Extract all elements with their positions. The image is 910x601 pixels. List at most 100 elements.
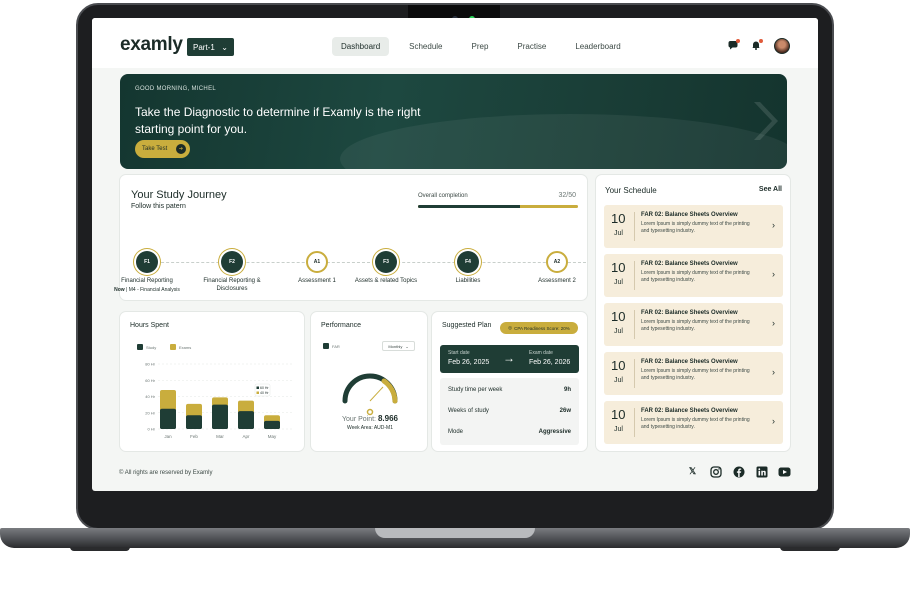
logo[interactable]: examly xyxy=(120,34,183,56)
nav-practise[interactable]: Practise xyxy=(508,37,555,56)
plan-row: Weeks of study 26w xyxy=(448,408,571,414)
schedule-divider xyxy=(634,408,635,437)
bar-study-cover xyxy=(238,411,254,429)
your-point-label: Your Point: xyxy=(342,416,376,423)
schedule-divider xyxy=(634,310,635,339)
facebook-icon[interactable] xyxy=(732,465,745,478)
hero-title: Take the Diagnostic to determine if Exam… xyxy=(135,105,421,136)
start-date-label: Start date xyxy=(448,350,470,356)
schedule-month: Jul xyxy=(614,279,623,286)
step-label: Financial Reporting xyxy=(121,278,173,284)
take-test-label: Take Test xyxy=(142,146,168,152)
performance-gauge xyxy=(342,373,398,416)
step-now-label: Now xyxy=(114,286,125,293)
nav-leaderboard[interactable]: Leaderboard xyxy=(566,37,629,56)
y-tick-label: 40 Hr xyxy=(145,394,155,399)
schedule-item-title: FAR 02: Balance Sheets Overview xyxy=(641,359,738,365)
see-all-link[interactable]: See All xyxy=(759,186,782,193)
schedule-month: Jul xyxy=(614,230,623,237)
y-tick-label: 80 Hr xyxy=(145,362,155,367)
schedule-item-title: FAR 02: Balance Sheets Overview xyxy=(641,212,738,218)
nav-prep[interactable]: Prep xyxy=(463,37,498,56)
schedule-item-desc: Lorem Ipsum is simply dummy text of the … xyxy=(641,368,750,381)
schedule-day: 10 xyxy=(611,260,626,275)
take-test-button[interactable]: Take Test ➔ xyxy=(135,140,190,158)
completion-label: Overall completion xyxy=(418,193,468,199)
chevron-down-icon: ⌄ xyxy=(405,343,409,349)
schedule-item[interactable]: 10 Jul FAR 02: Balance Sheets Overview Lore… xyxy=(604,303,783,346)
schedule-item-title: FAR 02: Balance Sheets Overview xyxy=(641,310,738,316)
step-badge: A2 xyxy=(546,251,568,273)
chevron-right-icon: › xyxy=(772,416,775,426)
chat-icon[interactable] xyxy=(728,38,740,53)
week-area: Week Area: AUD-M1 xyxy=(346,425,394,431)
youtube-icon[interactable] xyxy=(778,465,791,478)
x-tick-label: May xyxy=(268,434,277,439)
period-select-label: Monthly xyxy=(388,343,403,349)
completion-progress-fill xyxy=(418,205,521,208)
nav-dashboard[interactable]: Dashboard xyxy=(332,37,390,56)
schedule-item[interactable]: 10 Jul FAR 02: Balance Sheets Overview Lore… xyxy=(604,205,783,248)
step-label: Assessment 1 xyxy=(298,278,336,284)
notification-dot xyxy=(759,38,763,43)
journey-step[interactable]: F2 Financial Reporting & Disclosures xyxy=(192,251,272,294)
schedule-day: 10 xyxy=(611,358,626,373)
y-tick-label: 60 Hr xyxy=(145,378,155,383)
laptop-opening xyxy=(375,528,535,538)
schedule-item-title: FAR 02: Balance Sheets Overview xyxy=(641,261,738,267)
bar-exams xyxy=(186,403,202,418)
arrow-right-icon: → xyxy=(503,351,515,365)
step-badge: F2 xyxy=(221,251,243,273)
chevron-right-icon: › xyxy=(772,220,775,230)
main-nav: Dashboard Schedule Prep Practise Leaderboard xyxy=(332,37,641,56)
performance-card: Performance FAR Monthly ⌄ Your Point: 8.… xyxy=(310,311,428,452)
bar-study-cover xyxy=(212,404,228,429)
part-select-label: Part-1 xyxy=(193,42,215,52)
bar-exams xyxy=(160,390,176,411)
chevron-right-icon: › xyxy=(772,318,775,328)
schedule-item[interactable]: 10 Jul FAR 02: Balance Sheets Overview Lore… xyxy=(604,254,783,297)
hours-spent-card: Hours Spent Study Exams 80 Hr 60 Hr 40 Hr 2… xyxy=(119,311,305,452)
laptop-foot-right xyxy=(780,547,840,551)
schedule-item[interactable]: 10 Jul FAR 02: Balance Sheets Overview Lore… xyxy=(604,352,783,395)
readiness-icon: ◎ xyxy=(508,325,513,330)
tooltip-swatch-study xyxy=(256,386,259,389)
journey-step[interactable]: F4 Liabilities xyxy=(428,251,508,286)
journey-step[interactable]: F1 Financial Reporting Now | M4 - Financia… xyxy=(107,251,187,293)
x-tick-label: Feb xyxy=(190,434,198,439)
step-sub: Now | M4 - Financial Analysis xyxy=(114,286,180,293)
hours-bar-chart: 80 Hr60 Hr40 Hr20 Hr0 HrJan Feb Mar Apr May6… xyxy=(145,362,292,439)
avatar[interactable] xyxy=(774,38,790,54)
laptop-foot-left xyxy=(70,547,130,551)
journey-step[interactable]: F3 Assets & related Topics xyxy=(346,251,426,286)
notification-dot xyxy=(736,38,740,43)
completion-value: 32/50 xyxy=(558,192,576,199)
legend-swatch-far xyxy=(323,343,329,349)
legend-far: FAR xyxy=(323,343,340,349)
journey-subtitle: Follow this patern xyxy=(131,203,186,210)
schedule-month: Jul xyxy=(614,377,623,384)
nav-schedule[interactable]: Schedule xyxy=(400,37,451,56)
suggested-plan-card: Suggested Plan ◎ CPA Readiness Score: 20… xyxy=(431,311,588,452)
period-select[interactable]: Monthly ⌄ xyxy=(382,341,415,351)
instagram-icon[interactable] xyxy=(709,465,722,478)
plan-row-value: Aggressive xyxy=(538,429,571,435)
x-tick-label: Jan xyxy=(164,434,172,439)
bell-icon[interactable] xyxy=(751,38,763,53)
journey-title: Your Study Journey xyxy=(131,189,227,201)
part-select[interactable]: Part-1 ⌄ xyxy=(187,38,234,56)
social-links: 𝕏 xyxy=(686,465,791,478)
journey-step[interactable]: A2 Assessment 2 xyxy=(517,251,597,286)
bar-study-cover xyxy=(186,415,202,429)
schedule-item-desc: Lorem Ipsum is simply dummy text of the … xyxy=(641,319,750,332)
schedule-item[interactable]: 10 Jul FAR 02: Balance Sheets Overview Lore… xyxy=(604,401,783,444)
journey-step[interactable]: A1 Assessment 1 xyxy=(277,251,357,286)
linkedin-icon[interactable] xyxy=(755,465,768,478)
x-icon[interactable]: 𝕏 xyxy=(686,465,699,478)
x-tick-label: Mar xyxy=(216,434,224,439)
readiness-label: CPA Readiness Score: 20% xyxy=(514,325,570,331)
readiness-badge: ◎ CPA Readiness Score: 20% xyxy=(500,322,578,334)
bar-study-cover xyxy=(264,420,280,429)
study-journey-card: Your Study Journey Follow this patern Ov… xyxy=(114,174,588,301)
schedule-item-desc: Lorem Ipsum is simply dummy text of the … xyxy=(641,270,750,283)
